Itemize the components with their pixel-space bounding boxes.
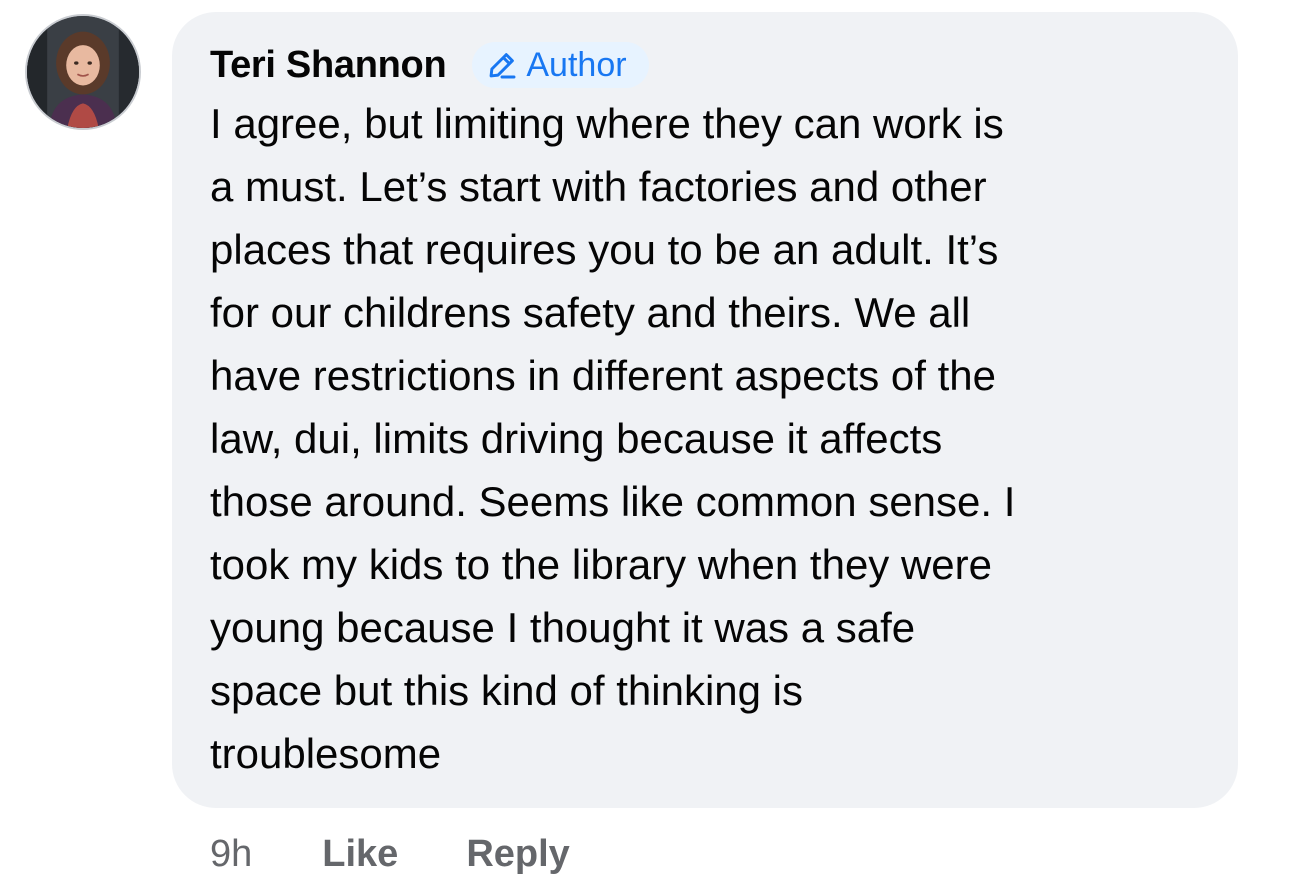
author-badge-label: Author: [526, 45, 627, 84]
profile-photo-icon: [27, 16, 139, 128]
comment-header: Teri Shannon Author: [210, 40, 649, 90]
author-name[interactable]: Teri Shannon: [210, 44, 447, 87]
comment-text: I agree, but limiting where they can wor…: [210, 100, 1016, 777]
timestamp[interactable]: 9h: [210, 833, 252, 876]
avatar[interactable]: [25, 14, 141, 130]
author-badge: Author: [472, 42, 649, 88]
like-button[interactable]: Like: [322, 833, 398, 876]
reply-button[interactable]: Reply: [466, 833, 569, 876]
comment-actions: 9h Like Reply: [210, 828, 570, 880]
pencil-icon: [489, 53, 516, 79]
